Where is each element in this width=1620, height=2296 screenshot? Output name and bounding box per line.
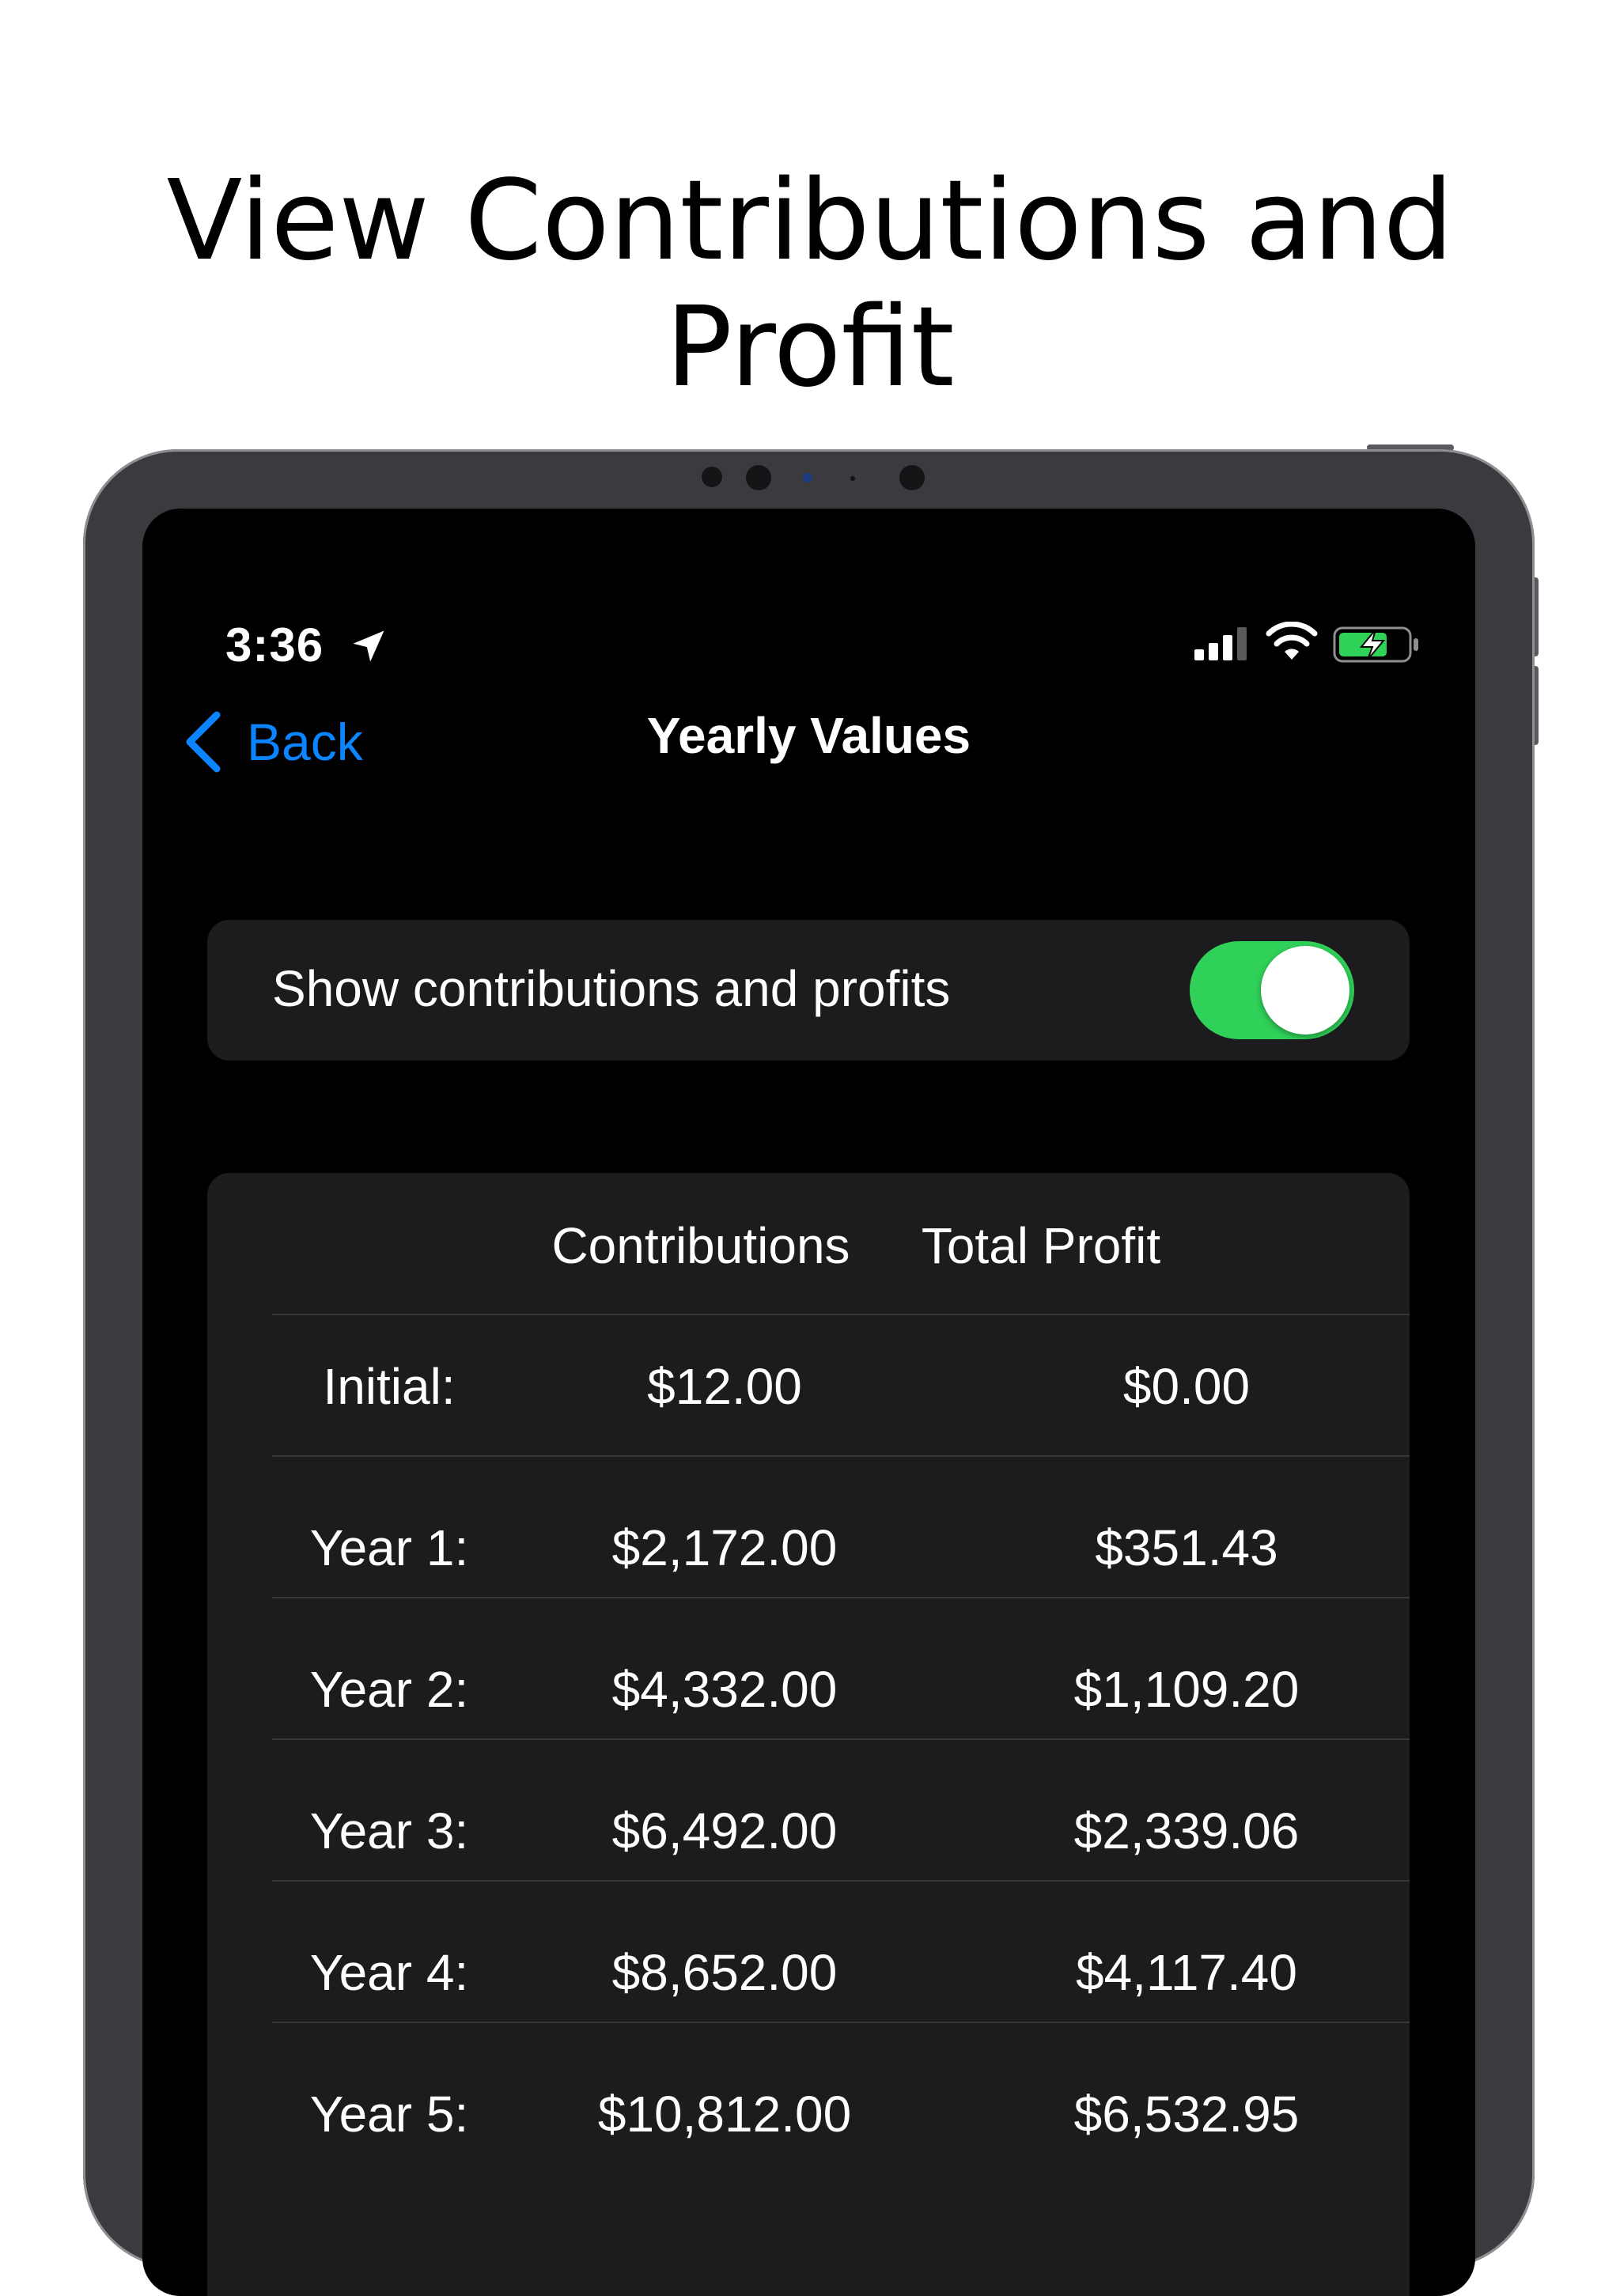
row-label: Year 4: bbox=[309, 1944, 469, 2001]
contributions-value: $4,332.00 bbox=[611, 1661, 838, 1718]
contributions-value: $8,652.00 bbox=[611, 1944, 838, 2001]
column-header-total-profit: Total Profit bbox=[921, 1217, 1161, 1274]
battery-charging-icon bbox=[1333, 626, 1418, 663]
profit-value: $351.43 bbox=[1095, 1519, 1278, 1576]
row-divider bbox=[272, 1314, 1410, 1315]
camera-lens bbox=[803, 473, 812, 482]
nav-title: Yearly Values bbox=[646, 707, 971, 764]
location-arrow-icon bbox=[353, 630, 384, 662]
profit-value: $4,117.40 bbox=[1076, 1944, 1297, 2001]
contributions-value: $10,812.00 bbox=[597, 2086, 852, 2143]
row-divider bbox=[272, 1597, 1410, 1598]
row-label: Year 3: bbox=[309, 1802, 469, 1859]
toggle-knob bbox=[1261, 946, 1349, 1035]
toggle-card: Show contributions and profits bbox=[207, 920, 1410, 1061]
page-headline: View Contributions and Profit bbox=[0, 158, 1620, 411]
wifi-icon bbox=[1266, 622, 1318, 660]
contributions-value: $6,492.00 bbox=[611, 1802, 838, 1859]
row-divider bbox=[272, 1880, 1410, 1882]
camera-sensor bbox=[899, 465, 925, 490]
row-label: Year 1: bbox=[309, 1519, 469, 1576]
row-divider bbox=[272, 2022, 1410, 2023]
row-label: Initial: bbox=[323, 1358, 456, 1415]
row-divider bbox=[272, 1738, 1410, 1740]
row-label: Year 5: bbox=[309, 2086, 469, 2143]
tablet-device-frame: 3:36 Back Yearly Values Show contributio… bbox=[83, 449, 1535, 2296]
row-divider bbox=[272, 1455, 1410, 1457]
profit-value: $2,339.06 bbox=[1073, 1802, 1300, 1859]
row-label: Year 2: bbox=[309, 1661, 469, 1718]
yearly-values-table: Contributions Total Profit Initial: $12.… bbox=[207, 1173, 1410, 2296]
camera-sensor bbox=[850, 476, 855, 481]
contributions-value: $2,172.00 bbox=[611, 1519, 838, 1576]
profit-value: $0.00 bbox=[1122, 1358, 1251, 1415]
app-screen: 3:36 Back Yearly Values Show contributio… bbox=[142, 509, 1475, 2296]
headline-line-2: Profit bbox=[665, 283, 955, 412]
column-header-contributions: Contributions bbox=[551, 1217, 850, 1274]
profit-value: $6,532.95 bbox=[1073, 2086, 1300, 2143]
profit-value: $1,109.20 bbox=[1073, 1661, 1300, 1718]
show-contributions-label: Show contributions and profits bbox=[272, 960, 951, 1017]
camera-sensor bbox=[746, 465, 771, 490]
headline-line-1: View Contributions and bbox=[166, 157, 1454, 286]
camera-sensor bbox=[702, 467, 722, 487]
contributions-value: $12.00 bbox=[647, 1358, 802, 1415]
cellular-signal-icon bbox=[1194, 627, 1247, 660]
status-time: 3:36 bbox=[225, 618, 324, 671]
show-contributions-toggle[interactable] bbox=[1190, 941, 1354, 1039]
